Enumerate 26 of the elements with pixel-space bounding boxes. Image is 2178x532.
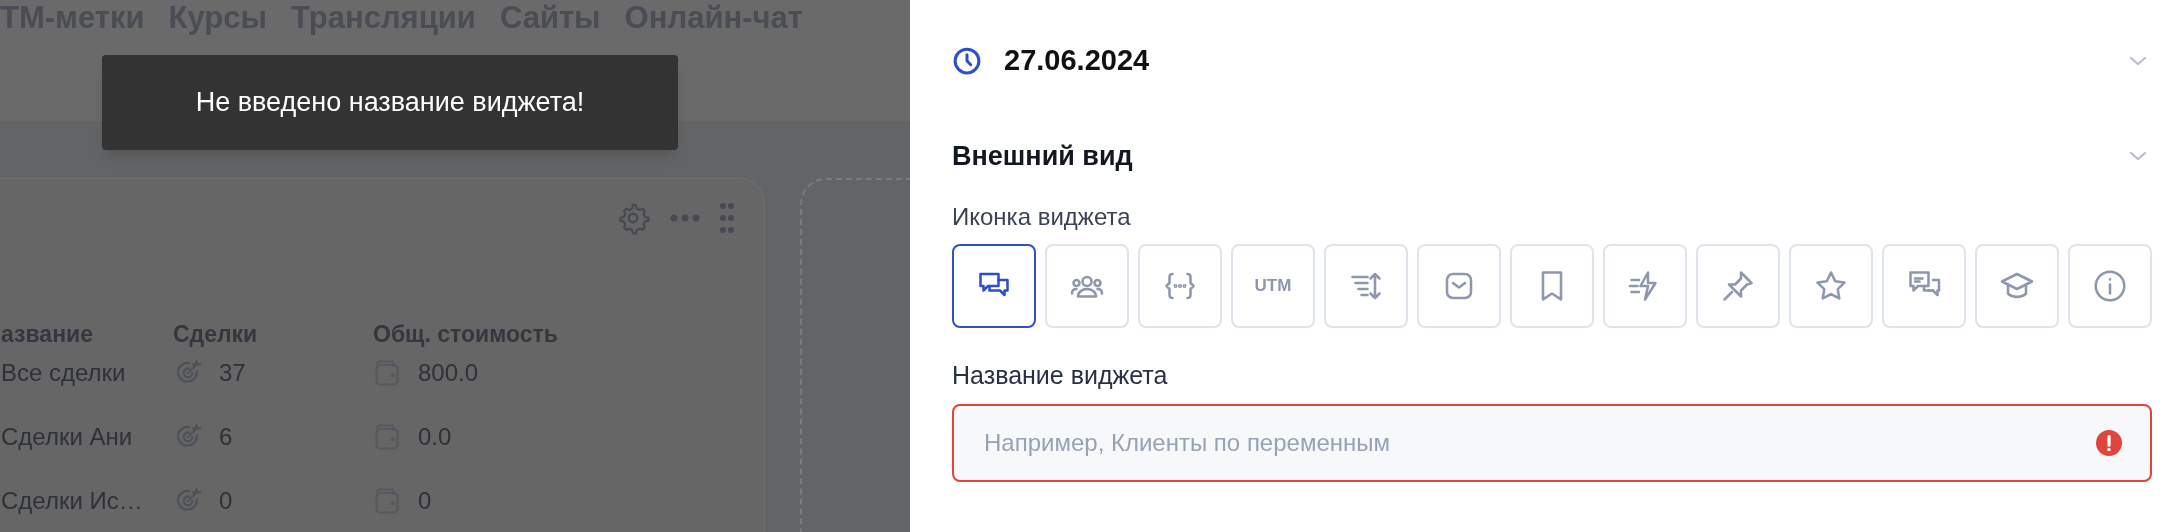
error-icon — [2096, 430, 2122, 456]
chevron-down-icon[interactable] — [2128, 55, 2148, 67]
icon-option[interactable]: UTM — [1231, 244, 1315, 328]
table-cell-text: 0 — [219, 486, 233, 516]
drag-handle-icon[interactable] — [720, 203, 734, 233]
table-cell-text: 800.0 — [418, 358, 479, 388]
info-icon — [2092, 268, 2128, 304]
table-cell-text: Сделки Ани — [1, 422, 134, 452]
clock-icon — [952, 46, 982, 76]
chevron-down-icon[interactable] — [2128, 150, 2148, 162]
table-cell-text: 0.0 — [418, 422, 452, 452]
section-title: Внешний вид — [952, 139, 1133, 173]
table-cell-text: Сделки Ис… — [1, 486, 144, 516]
icon-option[interactable] — [952, 244, 1036, 328]
date-text: 27.06.2024 — [1004, 43, 1150, 79]
field-label: Иконка виджета — [952, 202, 1132, 232]
toast: Не введено название виджета! — [102, 55, 678, 150]
table-cell-text: 37 — [219, 358, 246, 388]
settings-icon[interactable] — [616, 201, 650, 235]
table-cell-text: Все сделки — [1, 358, 127, 388]
more-icon[interactable] — [670, 214, 700, 222]
table-cell-text: 6 — [219, 422, 233, 452]
input-field[interactable]: Например, Клиенты по переменным — [952, 404, 2152, 482]
field-label: Название виджета — [952, 360, 1169, 390]
pin-icon — [1720, 268, 1756, 304]
table-cell-text: 0 — [418, 486, 432, 516]
